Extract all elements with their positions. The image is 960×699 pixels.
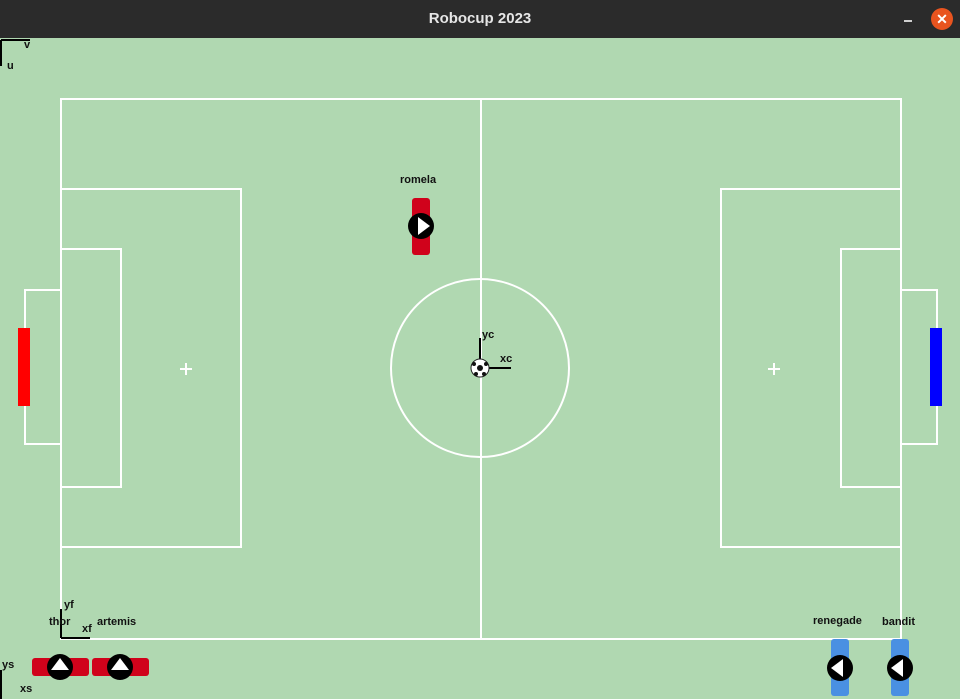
red-goal: [18, 328, 30, 406]
image-frame-y-label: u: [7, 60, 14, 72]
screen-frame-x-label: xs: [20, 683, 33, 695]
right-goal-area: [840, 248, 902, 488]
robot-label-renegade: renegade: [813, 615, 862, 627]
right-penalty-mark: [768, 363, 780, 375]
minimize-button[interactable]: [897, 8, 919, 30]
left-goal-area: [60, 248, 122, 488]
screen-frame-y-label: ys: [2, 659, 15, 671]
robot-label-bandit: bandit: [882, 616, 915, 628]
robot-label-thor: thor: [49, 616, 71, 628]
field-drawing: [0, 39, 942, 699]
blue-goal: [930, 328, 942, 406]
window-title: Robocup 2023: [428, 10, 532, 27]
left-penalty-area: [60, 188, 242, 548]
robot-thor: [32, 654, 89, 680]
close-button[interactable]: ✕: [931, 8, 953, 30]
robot-label-artemis: artemis: [97, 616, 137, 628]
robot-artemis: [92, 654, 149, 680]
robot-label-romela: romela: [400, 174, 437, 186]
title-bar[interactable]: Robocup 2023 ✕: [0, 0, 960, 39]
field-frame-x-label: xf: [82, 623, 92, 635]
center-frame-x-label: xc: [500, 353, 513, 365]
left-goal-box: [24, 289, 62, 445]
soccer-ball-icon: [470, 358, 490, 378]
image-frame-x-label: v: [24, 39, 31, 51]
robot-romela: [408, 198, 434, 255]
field-frame-y-label: yf: [64, 599, 74, 611]
field-canvas: v u yc xc yf xf ys xs romela thor artemi…: [0, 38, 960, 699]
robot-bandit: [887, 639, 913, 696]
left-penalty-mark: [180, 363, 192, 375]
right-penalty-area: [720, 188, 902, 548]
center-frame-y-label: yc: [482, 329, 495, 341]
robot-renegade: [827, 639, 853, 696]
